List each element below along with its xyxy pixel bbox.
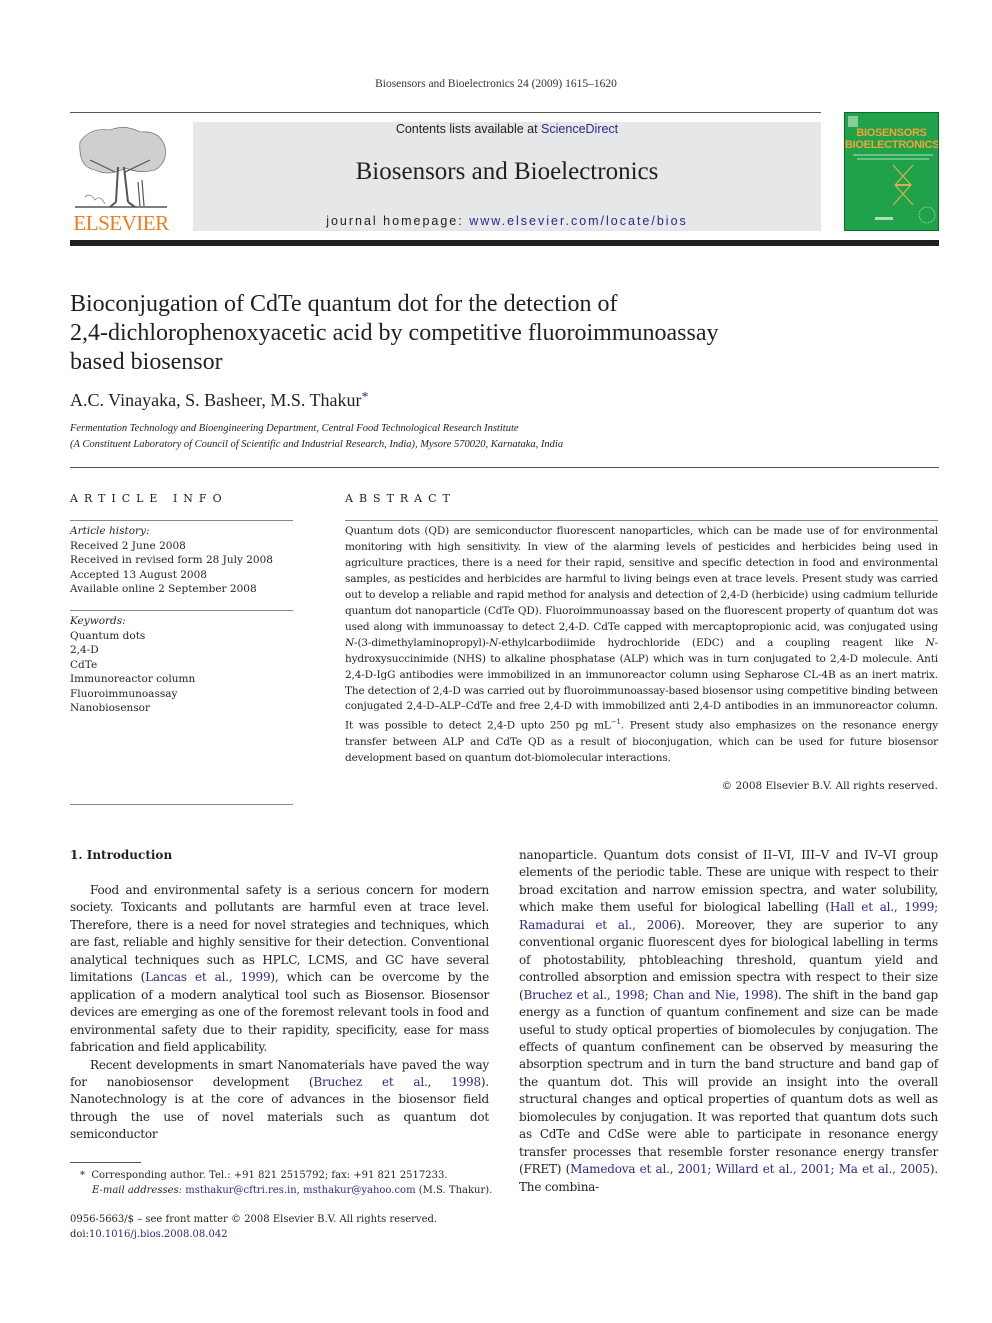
- affiliation: Fermentation Technology and Bioengineeri…: [70, 421, 563, 453]
- keyword-item: 2,4-D: [70, 644, 99, 656]
- keyword-item: Nanobiosensor: [70, 702, 151, 714]
- keyword-item: Fluoroimmunoassay: [70, 687, 178, 700]
- keywords-rule: [70, 610, 293, 611]
- abstract-italic: N: [345, 636, 355, 649]
- doi-prefix: doi:: [70, 1228, 89, 1240]
- citation-link[interactable]: Bruchez et al., 1998: [313, 1075, 481, 1089]
- abstract-text: -ethylcarbodiimide hydrochloride (EDC) a…: [498, 636, 926, 649]
- issn-line: 0956-5663/$ – see front matter © 2008 El…: [70, 1214, 438, 1225]
- body-text: ). The shift in the band gap energy as a…: [519, 987, 939, 1177]
- history-item: Received in revised form 28 July 2008: [70, 554, 273, 566]
- history-item: Accepted 13 August 2008: [70, 568, 207, 581]
- homepage-prefix: journal homepage:: [326, 214, 470, 228]
- front-matter: 0956-5663/$ – see front matter © 2008 El…: [70, 1213, 437, 1242]
- abstract-text: Quantum dots (QD) are semiconductor fluo…: [345, 525, 938, 633]
- citation-link[interactable]: Lancas et al., 1999: [145, 970, 270, 984]
- author-list: A.C. Vinayaka, S. Basheer, M.S. Thakur*: [70, 390, 369, 411]
- authors-text: A.C. Vinayaka, S. Basheer, M.S. Thakur: [70, 390, 362, 410]
- footnote-text: Corresponding author. Tel.: +91 821 2515…: [91, 1170, 448, 1181]
- email-label: E-mail addresses:: [92, 1184, 183, 1196]
- running-head: Biosensors and Bioelectronics 24 (2009) …: [375, 78, 617, 90]
- keyword-item: Immunoreactor column: [70, 673, 196, 685]
- top-rule: [70, 112, 821, 113]
- history-item: Received 2 June 2008: [70, 539, 186, 552]
- contents-line: Contents lists available at ScienceDirec…: [193, 122, 821, 136]
- title-line: based biosensor: [70, 349, 223, 375]
- journal-masthead: Contents lists available at ScienceDirec…: [193, 122, 821, 231]
- elsevier-wordmark: ELSEVIER: [73, 211, 169, 235]
- abstract-italic: N: [925, 636, 935, 649]
- abstract-text: -hydroxysuccinimide (NHS) to alkaline ph…: [345, 636, 938, 732]
- keyword-item: Quantum dots: [70, 629, 146, 642]
- journal-cover-thumbnail: BIOSENSORS BIOELECTRONICS: [844, 112, 939, 231]
- homepage-line: journal homepage: www.elsevier.com/locat…: [193, 214, 821, 228]
- citation-link[interactable]: Mamedova et al., 2001; Willard et al., 2…: [570, 1162, 930, 1176]
- journal-title: Biosensors and Bioelectronics: [355, 158, 659, 185]
- history-item: Available online 2 September 2008: [70, 583, 257, 595]
- email-link[interactable]: msthakur@cftri.res.in: [185, 1185, 296, 1196]
- article-history: Article history: Received 2 June 2008 Re…: [70, 524, 273, 597]
- abstract-copyright: © 2008 Elsevier B.V. All rights reserved…: [721, 780, 938, 792]
- title-line: 2,4-dichlorophenoxyacetic acid by compet…: [70, 320, 719, 346]
- title-line: Bioconjugation of CdTe quantum dot for t…: [70, 291, 618, 317]
- contents-prefix: Contents lists available at: [395, 122, 542, 136]
- paragraph: Recent developments in smart Nanomateria…: [70, 1057, 489, 1144]
- email-suffix: (M.S. Thakur).: [415, 1184, 493, 1196]
- keywords-label: Keywords:: [70, 615, 126, 627]
- footnote-marker: *: [80, 1170, 85, 1181]
- masthead-divider: [70, 240, 939, 246]
- paragraph: Food and environmental safety is a serio…: [70, 882, 489, 1057]
- affiliation-line: Fermentation Technology and Bioengineeri…: [70, 423, 519, 434]
- corresponding-author-marker[interactable]: *: [362, 390, 369, 405]
- footnote-rule: [70, 1162, 141, 1163]
- section-heading-introduction: 1. Introduction: [70, 848, 173, 862]
- keywords: Keywords: Quantum dots 2,4-D CdTe Immuno…: [70, 614, 195, 716]
- article-info-bottom-rule: [70, 804, 293, 805]
- article-info-heading: ARTICLE INFO: [70, 492, 228, 505]
- keyword-item: CdTe: [70, 658, 98, 671]
- doi-link[interactable]: 10.1016/j.bios.2008.08.042: [89, 1229, 228, 1240]
- abstract-heading: ABSTRACT: [345, 492, 456, 505]
- cover-artwork-icon: [848, 116, 936, 224]
- sciencedirect-link[interactable]: ScienceDirect: [541, 122, 618, 136]
- header-divider: [70, 467, 939, 468]
- citation-link[interactable]: Bruchez et al., 1998; Chan and Nie, 1998: [523, 988, 773, 1002]
- homepage-link[interactable]: www.elsevier.com/locate/bios: [469, 214, 688, 228]
- body-column-right: nanoparticle. Quantum dots consist of II…: [519, 847, 938, 1196]
- abstract-body: Quantum dots (QD) are semiconductor fluo…: [345, 524, 938, 767]
- article-info-rule: [70, 520, 293, 521]
- abstract-text: -(3-dimethylaminopropyl)-: [354, 636, 490, 649]
- body-column-left: Food and environmental safety is a serio…: [70, 882, 489, 1144]
- paragraph: nanoparticle. Quantum dots consist of II…: [519, 847, 938, 1196]
- affiliation-line: (A Constituent Laboratory of Council of …: [70, 439, 564, 450]
- abstract-rule: [345, 520, 938, 521]
- footnote: * Corresponding author. Tel.: +91 821 25…: [70, 1169, 492, 1198]
- abstract-italic: N: [489, 636, 499, 649]
- footnote-emails: E-mail addresses: msthakur@cftri.res.in,…: [70, 1184, 492, 1199]
- email-link[interactable]: msthakur@yahoo.com: [303, 1185, 416, 1196]
- footnote-corresponding: * Corresponding author. Tel.: +91 821 25…: [70, 1169, 492, 1184]
- history-label: Article history:: [70, 525, 150, 537]
- article-title: Bioconjugation of CdTe quantum dot for t…: [70, 290, 830, 377]
- abstract-superscript: −1: [610, 718, 621, 727]
- doi-line: doi:10.1016/j.bios.2008.08.042: [70, 1228, 437, 1243]
